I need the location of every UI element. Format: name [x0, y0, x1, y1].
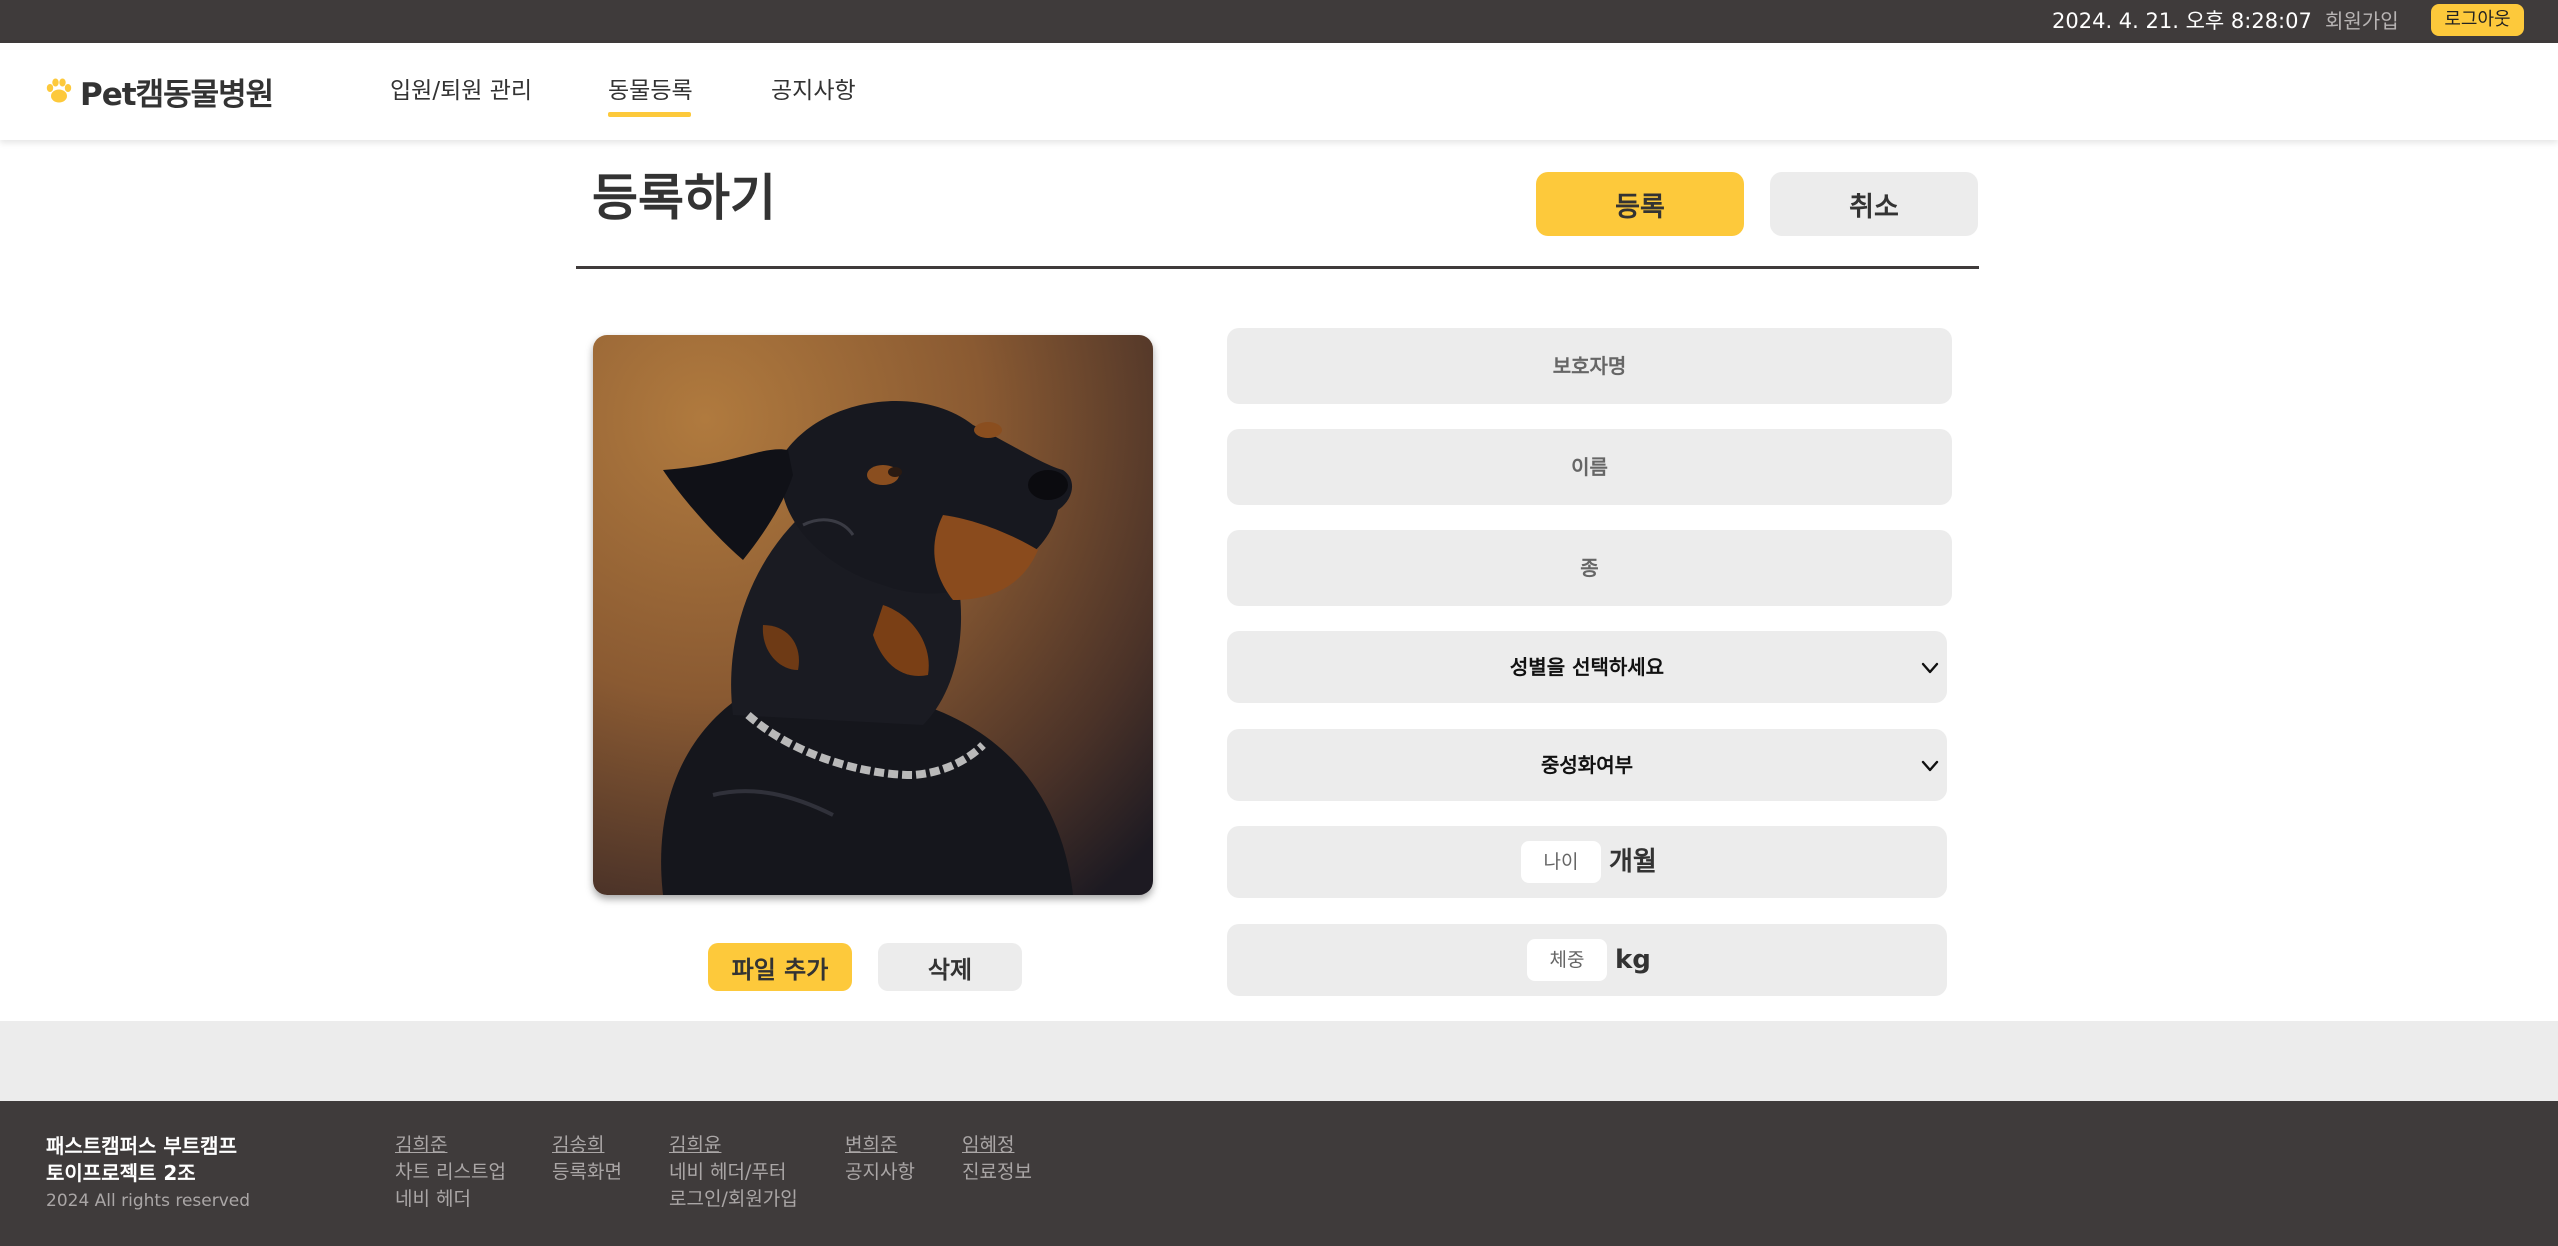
weight-unit-label: kg: [1615, 945, 1651, 975]
signup-link[interactable]: 회원가입: [2325, 7, 2399, 35]
footer-member-column: 김희준 차트 리스트업 네비 헤더: [395, 1132, 506, 1213]
page-title: 등록하기: [592, 169, 776, 227]
footer-member-task: 등록화면: [552, 1161, 622, 1183]
footer-member-task: 로그인/회원가입: [669, 1188, 798, 1210]
chevron-down-icon: [1921, 662, 1939, 674]
footer-member-link[interactable]: 김송희: [552, 1132, 622, 1159]
footer-member-column: 변희준 공지사항: [845, 1132, 915, 1186]
footer-member-link[interactable]: 임혜정: [962, 1132, 1032, 1159]
footer-brand-line1: 패스트캠퍼스 부트캠프: [46, 1134, 237, 1158]
active-nav-indicator: [608, 112, 691, 117]
logo[interactable]: Pet캠동물병원: [44, 71, 274, 113]
footer: 패스트캠퍼스 부트캠프 토이프로젝트 2조 2024 All rights re…: [0, 1101, 2558, 1246]
top-bar: 2024. 4. 21. 오후 8:28:07 회원가입 로그아웃: [0, 0, 2558, 43]
nav-notice[interactable]: 공지사항: [771, 75, 856, 107]
weight-input[interactable]: [1527, 939, 1607, 981]
neutered-select[interactable]: 중성화여부: [1227, 729, 1947, 801]
footer-member-task: 차트 리스트업: [395, 1161, 506, 1183]
age-input[interactable]: [1521, 841, 1601, 883]
delete-photo-button[interactable]: 삭제: [878, 943, 1022, 991]
footer-member-link[interactable]: 변희준: [845, 1132, 915, 1159]
logout-button[interactable]: 로그아웃: [2431, 4, 2524, 36]
footer-member-task: 공지사항: [845, 1161, 915, 1183]
footer-member-column: 김송희 등록화면: [552, 1132, 622, 1186]
rottweiler-photo: [593, 335, 1153, 895]
cancel-button[interactable]: 취소: [1770, 172, 1978, 236]
chevron-down-icon: [1921, 760, 1939, 772]
nav-animal-registration[interactable]: 동물등록: [608, 75, 693, 107]
neutered-select-value: 중성화여부: [1541, 753, 1633, 777]
current-datetime: 2024. 4. 21. 오후 8:28:07: [2052, 9, 2312, 33]
footer-member-link[interactable]: 김희윤: [669, 1132, 798, 1159]
footer-spacer: [0, 1021, 2558, 1101]
footer-brand-line2: 토이프로젝트 2조: [46, 1161, 196, 1185]
title-divider: [576, 266, 1979, 269]
age-unit-label: 개월: [1609, 847, 1657, 877]
nav-admission[interactable]: 입원/퇴원 관리: [390, 75, 532, 107]
gender-select-value: 성별을 선택하세요: [1509, 655, 1665, 679]
footer-member-link[interactable]: 김희준: [395, 1132, 506, 1159]
gender-select[interactable]: 성별을 선택하세요: [1227, 631, 1947, 703]
pet-name-input[interactable]: [1227, 429, 1952, 505]
footer-member-task: 진료정보: [962, 1161, 1032, 1183]
footer-member-task: 네비 헤더: [395, 1188, 471, 1210]
guardian-name-input[interactable]: [1227, 328, 1952, 404]
age-row: 개월: [1227, 826, 1947, 898]
footer-member-column: 김희윤 네비 헤더/푸터 로그인/회원가입: [669, 1132, 798, 1213]
logo-text: Pet캠동물병원: [80, 76, 274, 113]
species-input[interactable]: [1227, 530, 1952, 606]
main-header: Pet캠동물병원 입원/퇴원 관리 동물등록 공지사항: [0, 43, 2558, 140]
footer-member-column: 임혜정 진료정보: [962, 1132, 1032, 1186]
add-file-button[interactable]: 파일 추가: [708, 943, 852, 991]
register-button[interactable]: 등록: [1536, 172, 1744, 236]
weight-row: kg: [1227, 924, 1947, 996]
paw-icon: [46, 78, 72, 103]
footer-member-task: 네비 헤더/푸터: [669, 1161, 787, 1183]
footer-copyright: 2024 All rights reserved: [46, 1191, 251, 1211]
pet-photo: [593, 335, 1153, 895]
